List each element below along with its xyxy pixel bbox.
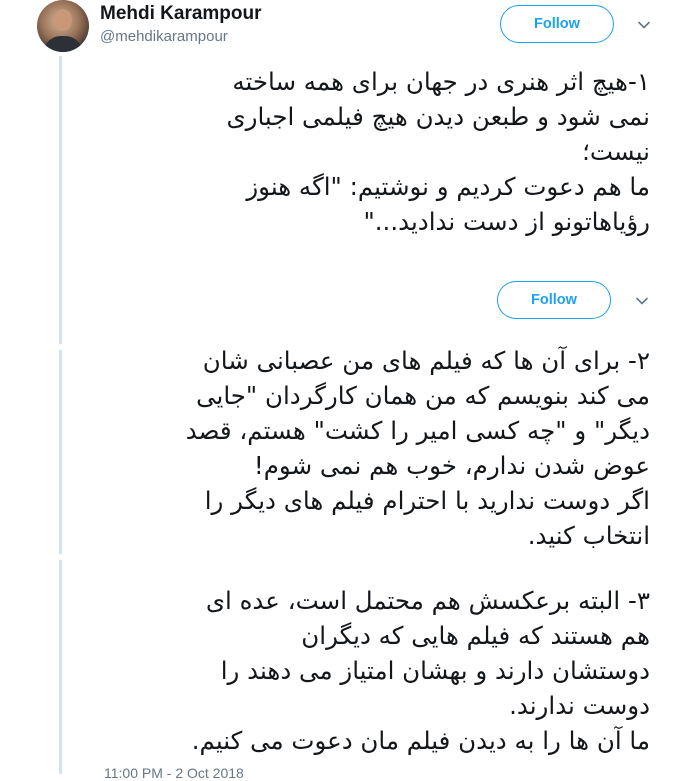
chevron-down-icon[interactable]	[637, 18, 651, 32]
thread-line-1	[59, 56, 62, 344]
thread-line-2	[59, 350, 62, 554]
follow-button[interactable]: Follow	[500, 5, 614, 43]
avatar-shirt	[43, 36, 83, 52]
author-name[interactable]: Mehdi Karampour	[100, 3, 262, 25]
tweet-text-2: ۲- برای آن ها که فیلم های من عصبانی شان …	[185, 346, 650, 550]
avatar[interactable]	[37, 0, 89, 52]
avatar-head	[54, 9, 72, 31]
tweet-text-1: ۱-هیچ اثر هنری در جهان برای همه ساخته نم…	[226, 67, 650, 236]
timestamp[interactable]: 11:00 PM - 2 Oct 2018	[104, 765, 244, 781]
author-handle[interactable]: @mehdikarampour	[100, 28, 228, 45]
thread-line-3	[59, 560, 62, 774]
tweet-text-3: ۳- البته برعکسش هم محتمل است، عده ای هم …	[191, 586, 650, 755]
follow-button-2[interactable]: Follow	[497, 281, 611, 319]
chevron-down-icon-2[interactable]	[635, 294, 649, 308]
